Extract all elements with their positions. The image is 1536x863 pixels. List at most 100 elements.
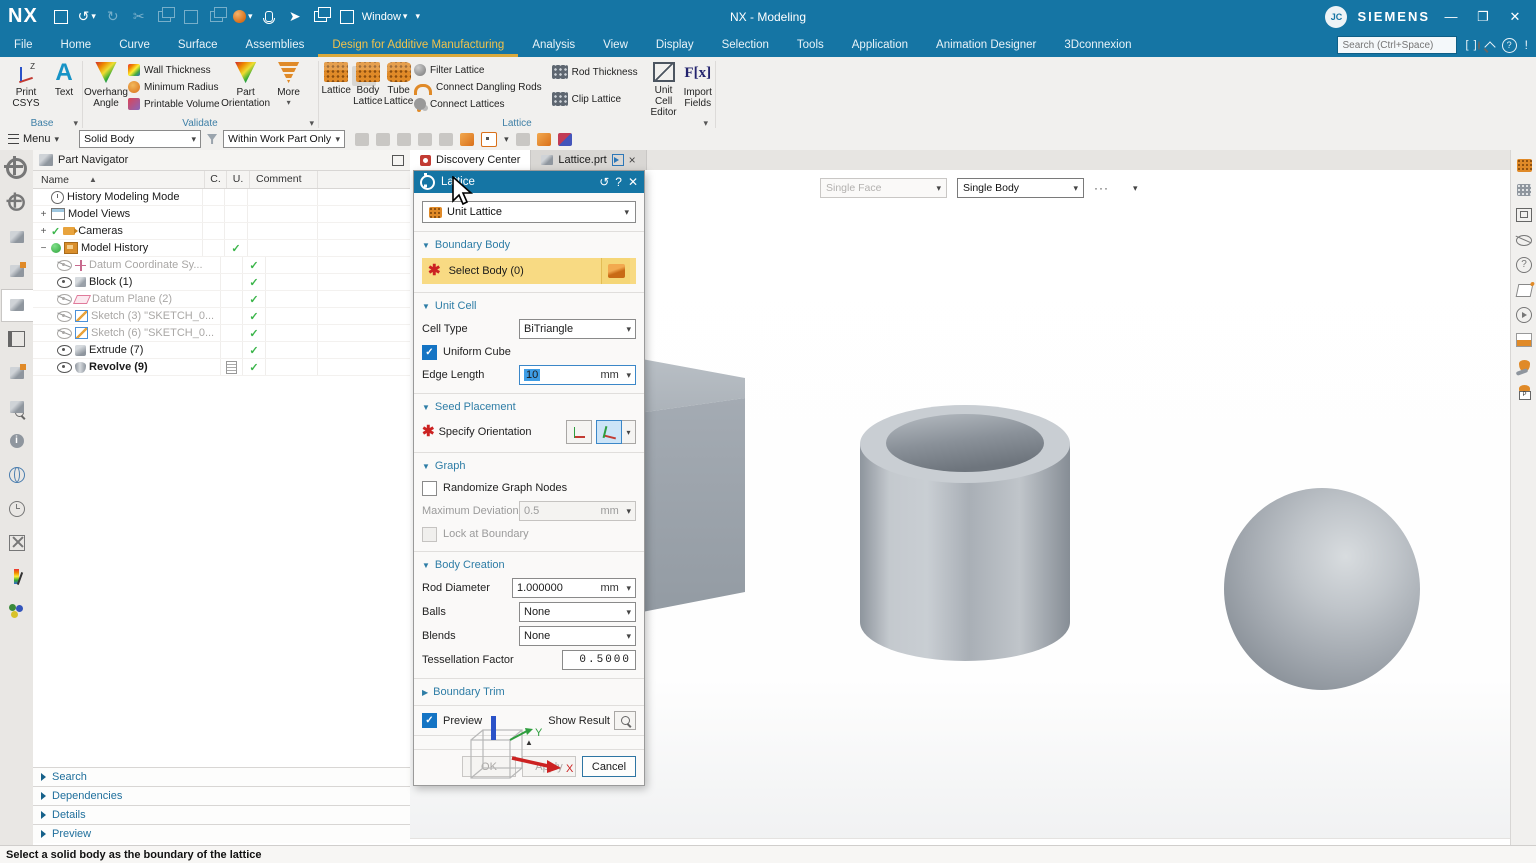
tab-home[interactable]: Home [47, 33, 106, 57]
show-result-button[interactable] [614, 711, 636, 730]
tree-row-sketch-3[interactable]: Sketch (3) "SKETCH_0... ✓ [33, 308, 410, 325]
tab-application[interactable]: Application [838, 33, 922, 57]
color-palette-icon[interactable] [6, 566, 28, 587]
selection-filter-icon[interactable] [207, 134, 217, 144]
tab-file[interactable]: File [0, 33, 47, 57]
section-preview[interactable]: Preview [33, 824, 410, 843]
tree-row-history-modeling-mode[interactable]: History Modeling Mode [33, 189, 410, 206]
roles-gears-icon[interactable] [6, 192, 28, 213]
hide-icon[interactable] [1515, 231, 1534, 249]
snap-solid-icon[interactable] [558, 133, 572, 146]
more-options-icon[interactable]: ··· [1094, 181, 1109, 195]
tree-row-sketch-6[interactable]: Sketch (6) "SKETCH_0... ✓ [33, 325, 410, 342]
connect-dangling-rods-button[interactable]: Connect Dangling Rods [414, 80, 542, 94]
section-details[interactable]: Details [33, 805, 410, 824]
tab-discovery-center[interactable]: Discovery Center [410, 150, 531, 170]
column-c[interactable]: C. [205, 171, 227, 188]
tab-animation-designer[interactable]: Animation Designer [922, 33, 1050, 57]
boundary-trim-header[interactable]: ▶Boundary Trim [422, 683, 636, 701]
orientation-triad-button[interactable] [596, 420, 622, 444]
part-navigator-icon[interactable] [6, 294, 28, 315]
edge-length-value[interactable]: 10 [524, 369, 540, 381]
csys-dialog-button[interactable] [566, 420, 592, 444]
snap-dropdown-icon[interactable]: ▾ [504, 134, 509, 145]
scope-filter-dropdown[interactable]: Within Work Part Only [223, 130, 345, 148]
process-tools-icon[interactable] [6, 532, 28, 553]
section-dependencies[interactable]: Dependencies [33, 786, 410, 805]
hidden-eye-icon[interactable] [57, 260, 72, 271]
tessellation-factor-value[interactable]: 0.5000 [567, 654, 631, 666]
randomize-graph-nodes-checkbox[interactable] [422, 481, 437, 496]
tab-lattice-prt[interactable]: Lattice.prt × [531, 150, 646, 170]
printable-volume-button[interactable]: Printable Volume [128, 97, 220, 111]
tree-collapse-icon[interactable] [39, 243, 48, 254]
reuse-library-icon[interactable] [6, 362, 28, 383]
help-icon[interactable]: ? [1502, 38, 1517, 53]
constraint-navigator-icon[interactable] [6, 260, 28, 281]
save-button[interactable] [50, 8, 72, 26]
redo-button[interactable]: ↻ [102, 8, 124, 26]
touch-mode-button[interactable]: ➤ [284, 8, 306, 26]
uniform-cube-checkbox[interactable]: ✓ [422, 345, 437, 360]
window-menu[interactable]: Window [362, 11, 401, 23]
balls-dropdown[interactable]: None [519, 602, 636, 622]
visible-eye-icon[interactable] [57, 345, 72, 356]
unit-cell-editor-button[interactable]: Unit Cell Editor [646, 57, 682, 118]
body-lattice-button[interactable]: Body Lattice [352, 57, 383, 107]
tab-assemblies[interactable]: Assemblies [232, 33, 319, 57]
boundary-body-header[interactable]: ▼Boundary Body [422, 236, 636, 254]
sphere-body[interactable] [1224, 488, 1420, 690]
info-icon[interactable]: i [6, 430, 28, 451]
part-search-icon[interactable] [6, 396, 28, 417]
body-creation-header[interactable]: ▼Body Creation [422, 556, 636, 574]
graph-header[interactable]: ▼Graph [422, 457, 636, 475]
tube-lattice-button[interactable]: Tube Lattice [383, 57, 414, 107]
undock-panel-icon[interactable] [392, 155, 404, 166]
fullscreen-icon[interactable]: [ ] [1465, 39, 1477, 51]
roles-icon[interactable] [6, 600, 28, 621]
snap-intersection-icon[interactable] [418, 133, 432, 146]
dialog-help-icon[interactable]: ? [615, 176, 622, 188]
snap-face-icon[interactable] [516, 133, 530, 146]
tree-expand-icon[interactable] [39, 209, 48, 220]
tab-tools[interactable]: Tools [783, 33, 838, 57]
assembly-navigator-icon[interactable] [6, 226, 28, 247]
cut-button[interactable]: ✂ [128, 8, 150, 26]
hidden-eye-icon[interactable] [57, 328, 72, 339]
tree-row-block[interactable]: Block (1) ✓ [33, 274, 410, 291]
column-comment[interactable]: Comment [250, 171, 318, 188]
visible-eye-icon[interactable] [57, 277, 72, 288]
paste-special-button[interactable] [206, 8, 228, 26]
tab-design-for-additive-manufacturing[interactable]: Design for Additive Manufacturing [318, 33, 518, 57]
unit-cell-header[interactable]: ▼Unit Cell [422, 297, 636, 315]
close-button[interactable]: ✕ [1504, 9, 1526, 25]
dialog-reset-icon[interactable]: ↺ [599, 176, 609, 188]
select-body-field[interactable]: ✱ Select Body (0) [422, 258, 636, 284]
filter-lattice-button[interactable]: Filter Lattice [414, 63, 542, 77]
tab-view[interactable]: View [589, 33, 642, 57]
snap-endpoint-icon[interactable] [376, 133, 390, 146]
notes-book-icon[interactable] [6, 328, 28, 349]
tree-row-model-history[interactable]: Model History ✓ [33, 240, 410, 257]
uniform-cube-row[interactable]: ✓ Uniform Cube [422, 343, 636, 361]
orientation-options-dropdown[interactable]: ▾ [622, 420, 636, 444]
sketch-shortcut-icon[interactable] [1515, 281, 1534, 299]
tree-row-cameras[interactable]: ✓Cameras [33, 223, 410, 240]
body-rule-dropdown[interactable]: Single Body [957, 178, 1084, 198]
web-browser-icon[interactable] [6, 464, 28, 485]
lattice-button[interactable]: Lattice [320, 57, 352, 96]
overhang-angle-button[interactable]: Overhang Angle [84, 57, 128, 109]
copy-button[interactable] [154, 8, 176, 26]
rod-thickness-button[interactable]: Rod Thickness [552, 63, 638, 81]
play-icon[interactable] [1515, 306, 1534, 324]
blends-dropdown[interactable]: None [519, 626, 636, 646]
face-rule-dropdown[interactable]: Single Face [820, 178, 947, 198]
rod-thickness-shortcut-icon[interactable] [1515, 181, 1534, 199]
tree-row-extrude[interactable]: Extrude (7) ✓ [33, 342, 410, 359]
wall-thickness-button[interactable]: Wall Thickness [128, 63, 220, 77]
lattice-shortcut-icon[interactable] [1515, 156, 1534, 174]
settings-gear-icon[interactable] [6, 158, 28, 179]
tab-analysis[interactable]: Analysis [518, 33, 589, 57]
tree-expand-icon[interactable] [39, 226, 48, 237]
minimize-button[interactable]: — [1440, 9, 1462, 24]
